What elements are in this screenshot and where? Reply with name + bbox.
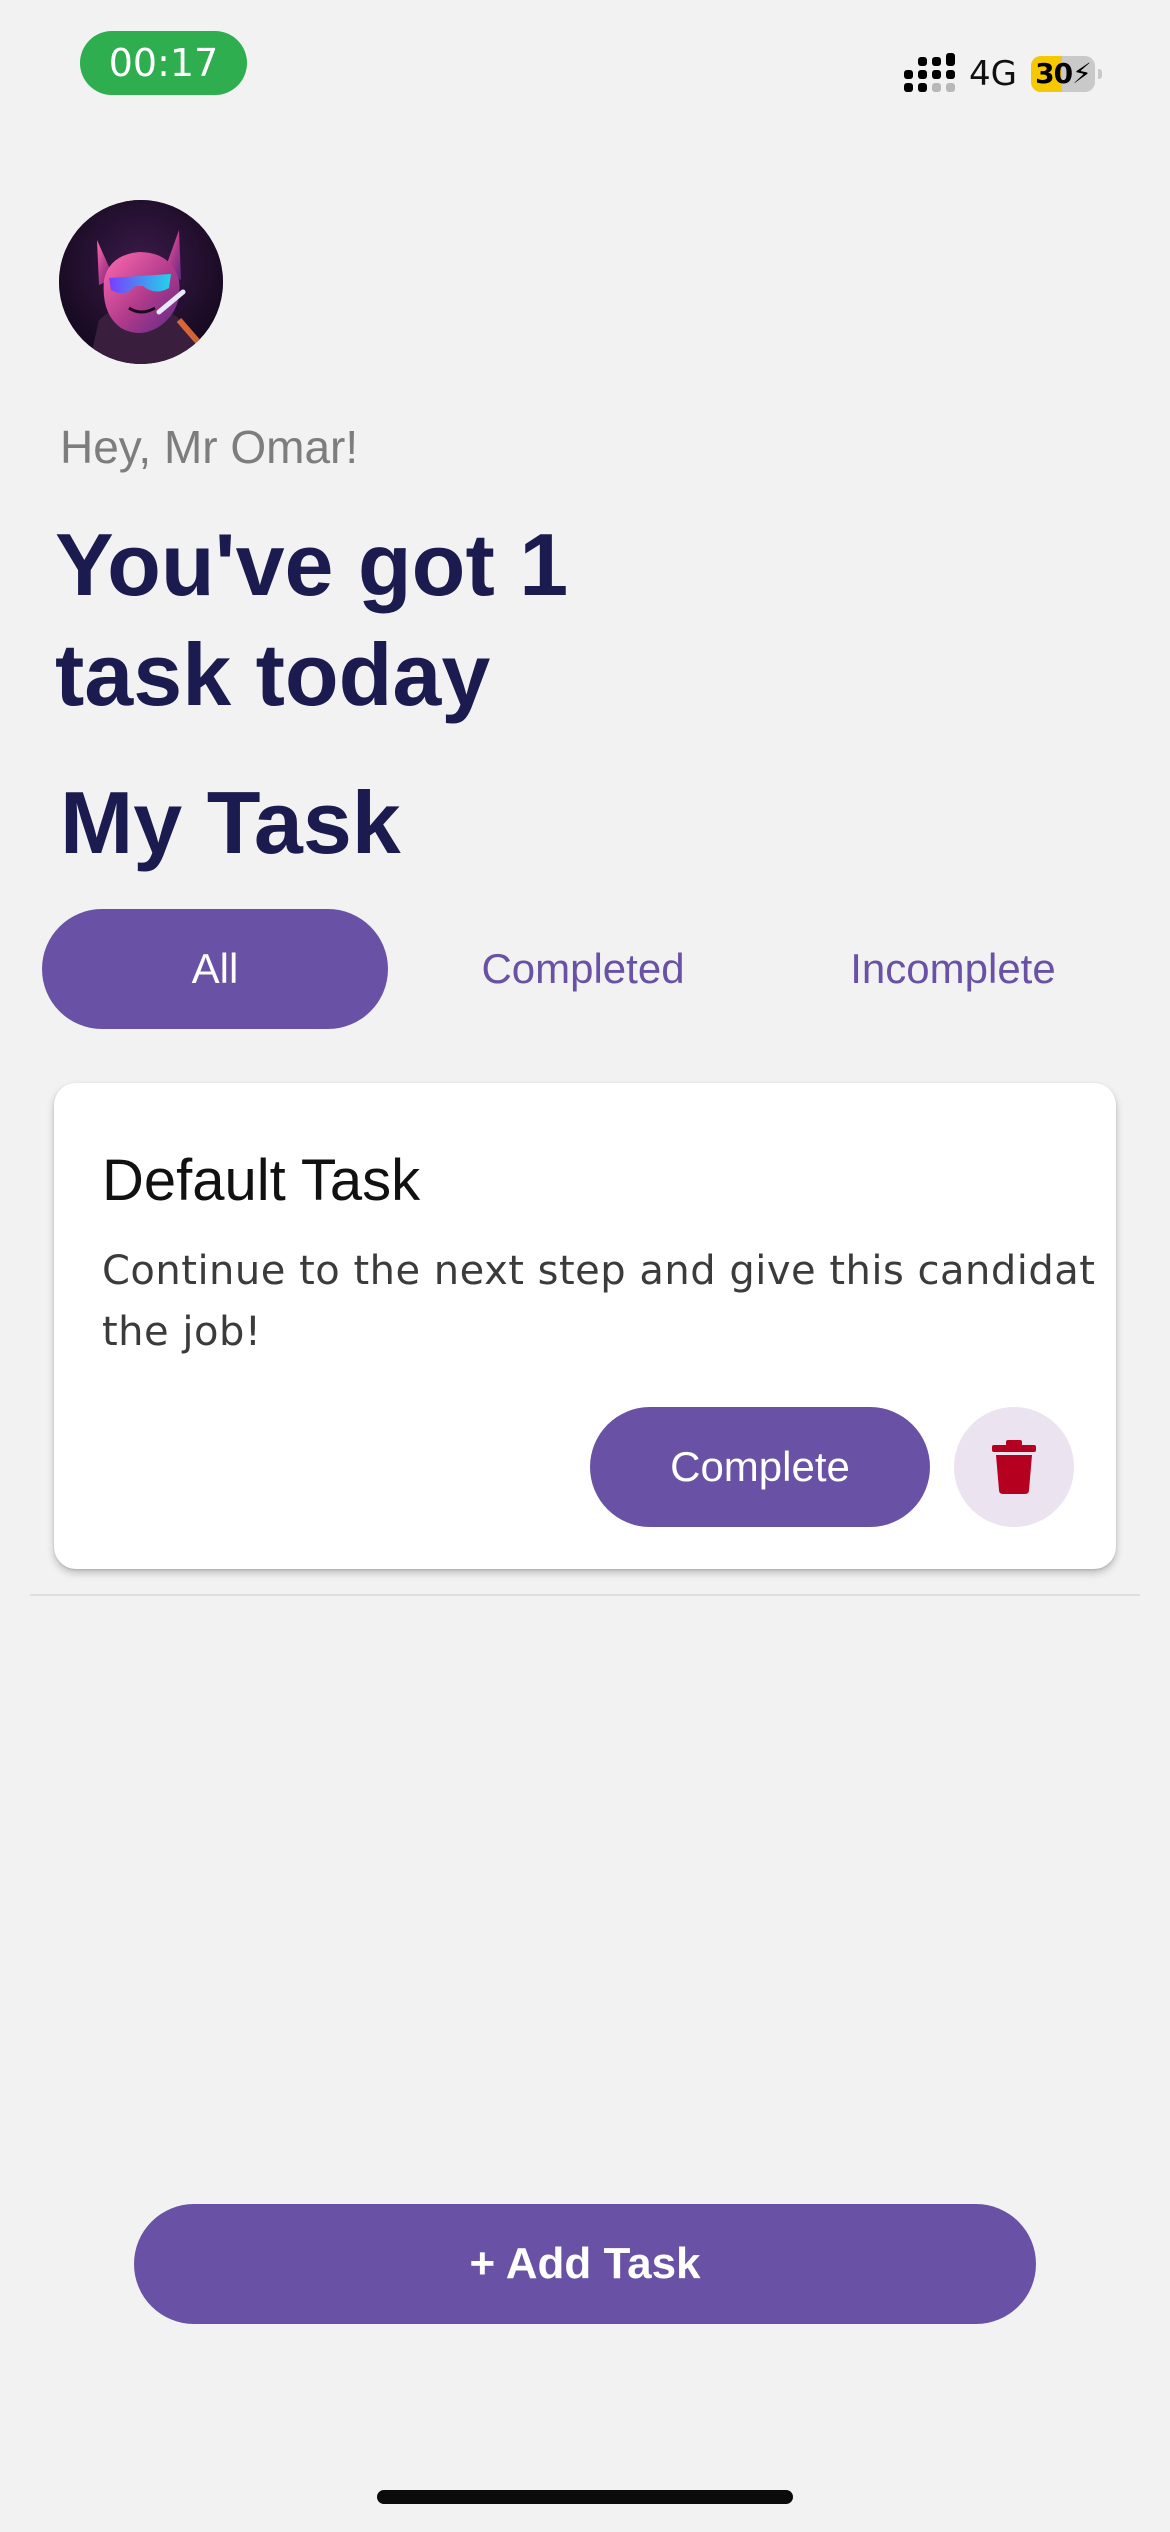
battery-level: 30⚡ — [1035, 57, 1092, 90]
home-indicator[interactable] — [377, 2490, 793, 2504]
avatar-image — [59, 200, 223, 364]
tab-incomplete[interactable]: Incomplete — [800, 909, 1106, 1029]
add-task-button[interactable]: + Add Task — [134, 2204, 1036, 2324]
tab-completed[interactable]: Completed — [430, 909, 736, 1029]
status-indicators: 4G 30⚡ — [904, 52, 1102, 96]
task-count-headline: You've got 1 task today — [55, 515, 569, 724]
tab-all[interactable]: All — [42, 909, 388, 1029]
avatar[interactable] — [59, 200, 223, 364]
status-time: 00:17 — [80, 31, 247, 95]
task-card: Default Task Continue to the next step a… — [54, 1083, 1116, 1569]
network-label: 4G — [969, 54, 1017, 94]
battery-icon: 30⚡ — [1030, 56, 1102, 92]
complete-button[interactable]: Complete — [590, 1407, 930, 1527]
task-title: Default Task — [102, 1148, 421, 1213]
signal-icon — [904, 53, 955, 92]
delete-button[interactable] — [954, 1407, 1074, 1527]
divider — [30, 1594, 1140, 1596]
trash-icon — [992, 1440, 1036, 1494]
section-title: My Task — [60, 773, 401, 872]
task-description: Continue to the next step and give this … — [102, 1248, 1096, 1355]
greeting-text: Hey, Mr Omar! — [60, 421, 359, 473]
